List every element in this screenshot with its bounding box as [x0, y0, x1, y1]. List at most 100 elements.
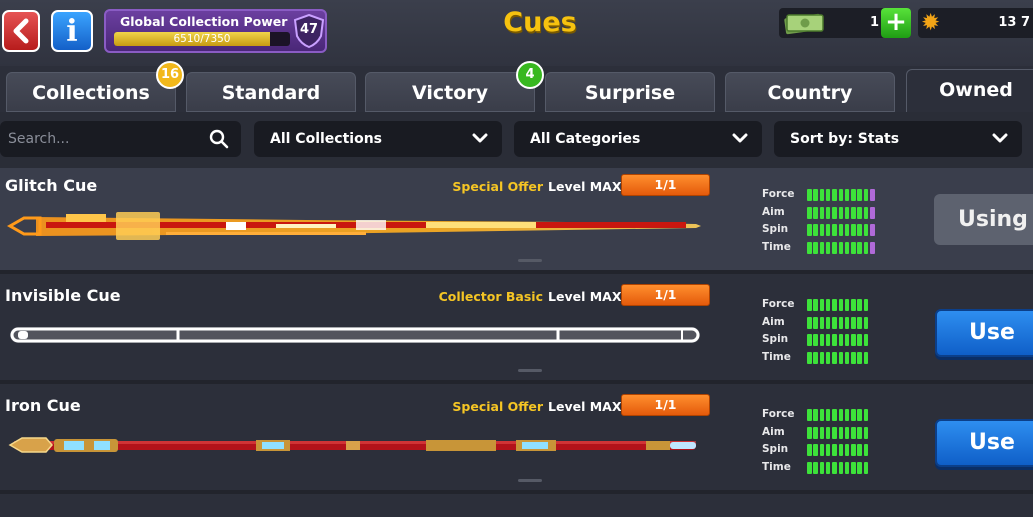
stat-segment	[819, 189, 825, 201]
sort-dropdown[interactable]: Sort by: Stats	[774, 121, 1022, 157]
stat-segment	[819, 462, 825, 474]
cue-row-invisible[interactable]: Invisible Cue Collector Basic Level MAX …	[0, 278, 1033, 384]
stat-segment	[825, 299, 831, 311]
stat-segment	[857, 334, 862, 346]
use-button[interactable]: Use	[935, 309, 1033, 357]
stat-segment	[844, 409, 850, 421]
stat-segment	[863, 242, 869, 254]
cue-row-partial[interactable]	[0, 494, 1033, 517]
tab-country[interactable]: Country	[725, 72, 895, 112]
stat-time: Time	[762, 350, 882, 366]
cue-stats: Force Aim Spin Time	[762, 297, 882, 369]
search-box	[0, 121, 241, 157]
stat-segment	[807, 444, 812, 456]
stat-segment	[807, 409, 812, 421]
stat-segment	[851, 334, 856, 346]
stat-segment	[807, 207, 812, 219]
stat-segment	[863, 409, 869, 421]
stat-segment	[832, 444, 837, 456]
row-divider	[0, 270, 1033, 274]
tab-owned[interactable]: Owned	[906, 69, 1033, 113]
stat-segment	[832, 242, 837, 254]
time-bar	[807, 462, 877, 474]
stat-segment	[832, 462, 837, 474]
stat-segment	[819, 224, 825, 236]
row-handle	[518, 259, 542, 262]
stat-segment	[819, 409, 825, 421]
cue-row-glitch[interactable]: Glitch Cue Special Offer Level MAX 1/1 F…	[0, 168, 1033, 274]
stat-segment	[832, 409, 837, 421]
stat-segment	[807, 352, 812, 364]
stat-segment	[851, 444, 856, 456]
categories-dropdown-value: All Categories	[530, 131, 641, 147]
chevron-down-icon	[732, 133, 748, 143]
cue-count-badge: 1/1	[621, 394, 710, 416]
stat-segment	[857, 242, 862, 254]
stat-segment	[863, 352, 869, 364]
tab-collections[interactable]: Collections	[6, 72, 176, 112]
stat-segment	[857, 299, 862, 311]
stat-segment	[807, 427, 812, 439]
stat-segment	[825, 334, 831, 346]
stat-segment	[863, 207, 869, 219]
stat-segment	[857, 409, 862, 421]
stat-segment	[813, 224, 818, 236]
stat-segment	[838, 462, 844, 474]
search-icon[interactable]	[209, 129, 229, 149]
stat-segment	[813, 427, 818, 439]
stat-segment	[838, 334, 844, 346]
stat-segment	[844, 317, 850, 329]
stat-segment	[838, 444, 844, 456]
stat-segment	[857, 317, 862, 329]
use-button[interactable]: Use	[935, 419, 1033, 467]
stat-segment	[813, 462, 818, 474]
collections-count-badge: 16	[156, 61, 184, 89]
stat-segment	[870, 189, 875, 201]
stat-segment	[832, 334, 837, 346]
stat-segment	[807, 317, 812, 329]
stat-segment	[851, 409, 856, 421]
stat-segment	[863, 224, 869, 236]
stat-segment	[857, 207, 862, 219]
using-button[interactable]: Using	[934, 194, 1033, 245]
iron-cue-image	[8, 437, 696, 453]
stat-segment	[838, 317, 844, 329]
stat-segment	[863, 299, 869, 311]
collections-dropdown[interactable]: All Collections	[254, 121, 502, 157]
stat-segment	[857, 444, 862, 456]
cue-level-label: Level MAX	[548, 179, 622, 194]
stat-segment	[819, 334, 825, 346]
stat-segment	[832, 427, 837, 439]
stat-segment	[825, 224, 831, 236]
force-bar	[807, 189, 877, 201]
stat-segment	[825, 189, 831, 201]
stat-segment	[825, 352, 831, 364]
stat-segment	[832, 352, 837, 364]
stat-segment	[844, 352, 850, 364]
cue-level-label: Level MAX	[548, 399, 622, 414]
tab-victory[interactable]: Victory	[365, 72, 535, 112]
stat-spin: Spin	[762, 332, 882, 348]
stat-segment	[838, 427, 844, 439]
stat-segment	[813, 444, 818, 456]
stat-segment	[851, 299, 856, 311]
cash-value: 1	[869, 15, 879, 30]
stat-segment	[825, 207, 831, 219]
stat-segment	[832, 317, 837, 329]
stat-segment	[813, 242, 818, 254]
stat-segment	[844, 299, 850, 311]
time-bar	[807, 242, 877, 254]
stat-segment	[825, 427, 831, 439]
search-input[interactable]	[8, 121, 198, 157]
cue-row-iron[interactable]: Iron Cue Special Offer Level MAX 1/1 For…	[0, 388, 1033, 494]
cue-stats: Force Aim Spin Time	[762, 407, 882, 479]
categories-dropdown[interactable]: All Categories	[514, 121, 762, 157]
stat-segment	[838, 224, 844, 236]
tab-standard[interactable]: Standard	[186, 72, 356, 112]
stat-segment	[819, 299, 825, 311]
chevron-down-icon	[992, 133, 1008, 143]
stat-aim: Aim	[762, 205, 882, 221]
add-cash-button[interactable]: +	[881, 8, 911, 38]
stat-segment	[844, 207, 850, 219]
tab-surprise[interactable]: Surprise	[545, 72, 715, 112]
